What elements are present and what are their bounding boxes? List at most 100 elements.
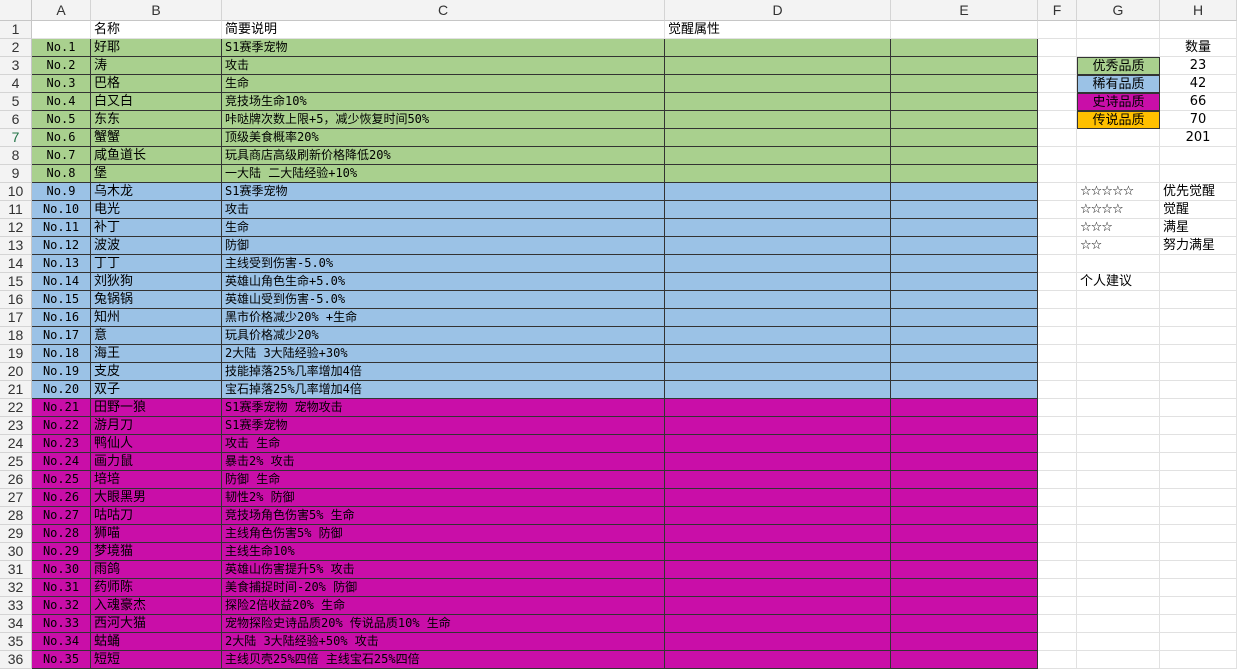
- empty-cell[interactable]: [1077, 615, 1160, 633]
- pet-name[interactable]: 补丁: [91, 219, 222, 237]
- row-header-10[interactable]: 10: [0, 183, 32, 201]
- pet-extra[interactable]: [891, 453, 1038, 471]
- pet-name[interactable]: 刘狄狗: [91, 273, 222, 291]
- row-header-29[interactable]: 29: [0, 525, 32, 543]
- empty-cell[interactable]: [1038, 345, 1077, 363]
- empty-cell[interactable]: [1160, 579, 1237, 597]
- pet-extra[interactable]: [891, 471, 1038, 489]
- pet-awaken[interactable]: [665, 435, 891, 453]
- pet-no[interactable]: No.28: [32, 525, 91, 543]
- header-desc[interactable]: 简要说明: [222, 21, 665, 39]
- pet-awaken[interactable]: [665, 129, 891, 147]
- pet-awaken[interactable]: [665, 453, 891, 471]
- quality-total[interactable]: 201: [1160, 129, 1237, 147]
- pet-awaken[interactable]: [665, 399, 891, 417]
- row-header-9[interactable]: 9: [0, 165, 32, 183]
- empty-cell[interactable]: [1077, 651, 1160, 669]
- row-header-30[interactable]: 30: [0, 543, 32, 561]
- empty-cell[interactable]: [1038, 291, 1077, 309]
- empty-cell[interactable]: [1077, 597, 1160, 615]
- pet-name[interactable]: 画力鼠: [91, 453, 222, 471]
- pet-name[interactable]: 波波: [91, 237, 222, 255]
- pet-desc[interactable]: 2大陆 3大陆经验+50% 攻击: [222, 633, 665, 651]
- pet-no[interactable]: No.10: [32, 201, 91, 219]
- pet-name[interactable]: 蛄蛹: [91, 633, 222, 651]
- pet-extra[interactable]: [891, 165, 1038, 183]
- empty-cell[interactable]: [1077, 381, 1160, 399]
- empty-cell[interactable]: [1077, 39, 1160, 57]
- empty-cell[interactable]: [1038, 615, 1077, 633]
- column-header-c[interactable]: C: [222, 0, 665, 21]
- pet-extra[interactable]: [891, 57, 1038, 75]
- row-header-21[interactable]: 21: [0, 381, 32, 399]
- empty-cell[interactable]: [1077, 417, 1160, 435]
- pet-awaken[interactable]: [665, 237, 891, 255]
- pet-name[interactable]: 意: [91, 327, 222, 345]
- pet-extra[interactable]: [891, 543, 1038, 561]
- pet-awaken[interactable]: [665, 57, 891, 75]
- star-rating[interactable]: ☆☆☆☆☆: [1077, 183, 1160, 201]
- pet-awaken[interactable]: [665, 561, 891, 579]
- empty-cell[interactable]: [1077, 489, 1160, 507]
- pet-no[interactable]: No.23: [32, 435, 91, 453]
- pet-name[interactable]: 涛: [91, 57, 222, 75]
- empty-cell[interactable]: [1038, 471, 1077, 489]
- empty-cell[interactable]: [1160, 309, 1237, 327]
- pet-extra[interactable]: [891, 273, 1038, 291]
- pet-desc[interactable]: 玩具价格减少20%: [222, 327, 665, 345]
- empty-cell[interactable]: [1038, 147, 1077, 165]
- pet-no[interactable]: No.3: [32, 75, 91, 93]
- empty-cell[interactable]: [1038, 651, 1077, 669]
- pet-extra[interactable]: [891, 651, 1038, 669]
- pet-desc[interactable]: S1赛季宠物: [222, 183, 665, 201]
- row-header-35[interactable]: 35: [0, 633, 32, 651]
- pet-awaken[interactable]: [665, 381, 891, 399]
- pet-name[interactable]: 短短: [91, 651, 222, 669]
- pet-no[interactable]: No.16: [32, 309, 91, 327]
- empty-cell[interactable]: [1038, 93, 1077, 111]
- header-awaken[interactable]: 觉醒属性: [665, 21, 891, 39]
- empty-cell[interactable]: [891, 21, 1038, 39]
- star-label[interactable]: 努力满星: [1160, 237, 1237, 255]
- pet-desc[interactable]: 竞技场生命10%: [222, 93, 665, 111]
- pet-name[interactable]: 西河大猫: [91, 615, 222, 633]
- pet-name[interactable]: 乌木龙: [91, 183, 222, 201]
- empty-cell[interactable]: [1160, 21, 1237, 39]
- pet-no[interactable]: No.15: [32, 291, 91, 309]
- empty-cell[interactable]: [1038, 507, 1077, 525]
- pet-no[interactable]: No.4: [32, 93, 91, 111]
- row-header-15[interactable]: 15: [0, 273, 32, 291]
- empty-cell[interactable]: [1038, 129, 1077, 147]
- row-header-25[interactable]: 25: [0, 453, 32, 471]
- pet-awaken[interactable]: [665, 525, 891, 543]
- empty-cell[interactable]: [1038, 543, 1077, 561]
- pet-awaken[interactable]: [665, 165, 891, 183]
- row-header-33[interactable]: 33: [0, 597, 32, 615]
- pet-awaken[interactable]: [665, 471, 891, 489]
- empty-cell[interactable]: [1160, 255, 1237, 273]
- pet-name[interactable]: 好耶: [91, 39, 222, 57]
- pet-no[interactable]: No.35: [32, 651, 91, 669]
- pet-desc[interactable]: 攻击: [222, 57, 665, 75]
- empty-cell[interactable]: [1077, 255, 1160, 273]
- pet-extra[interactable]: [891, 291, 1038, 309]
- empty-cell[interactable]: [1160, 327, 1237, 345]
- empty-cell[interactable]: [1160, 165, 1237, 183]
- pet-desc[interactable]: 玩具商店高级刷新价格降低20%: [222, 147, 665, 165]
- row-header-19[interactable]: 19: [0, 345, 32, 363]
- advice-label[interactable]: 个人建议: [1077, 273, 1160, 291]
- pet-desc[interactable]: S1赛季宠物: [222, 39, 665, 57]
- row-header-14[interactable]: 14: [0, 255, 32, 273]
- pet-desc[interactable]: 顶级美食概率20%: [222, 129, 665, 147]
- column-header-h[interactable]: H: [1160, 0, 1237, 21]
- empty-cell[interactable]: [1160, 561, 1237, 579]
- pet-awaken[interactable]: [665, 273, 891, 291]
- empty-cell[interactable]: [1077, 165, 1160, 183]
- pet-extra[interactable]: [891, 39, 1038, 57]
- row-header-16[interactable]: 16: [0, 291, 32, 309]
- empty-cell[interactable]: [1160, 381, 1237, 399]
- pet-awaken[interactable]: [665, 597, 891, 615]
- pet-awaken[interactable]: [665, 309, 891, 327]
- pet-no[interactable]: No.22: [32, 417, 91, 435]
- pet-desc[interactable]: 主线贝壳25%四倍 主线宝石25%四倍: [222, 651, 665, 669]
